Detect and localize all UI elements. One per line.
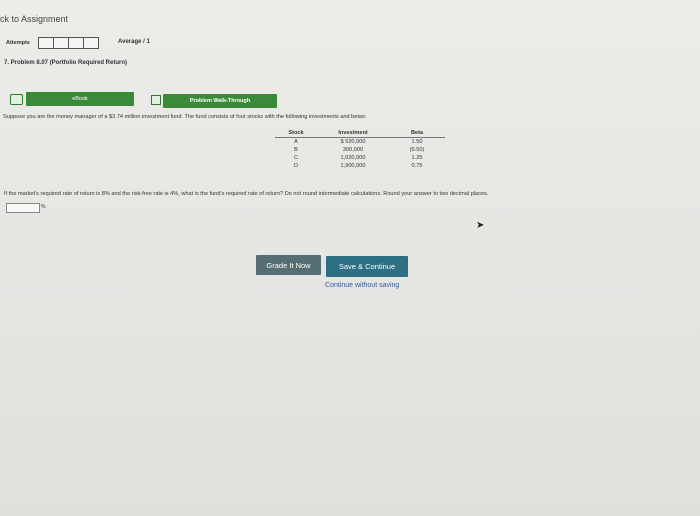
header-beta: Beta: [389, 130, 445, 138]
back-to-assignment-link[interactable]: ck to Assignment: [0, 14, 68, 24]
cell-investment: 1,900,000: [340, 163, 366, 169]
cell-investment: 300,000: [342, 147, 364, 153]
cell-stock: D: [293, 163, 299, 169]
header-investment: Investment: [317, 130, 389, 138]
answer-input[interactable]: [6, 203, 40, 213]
book-icon[interactable]: [10, 94, 23, 105]
table-row: A $ 520,000 1.50: [275, 138, 445, 147]
ebook-button[interactable]: eBook: [26, 92, 134, 106]
attempt-box: [53, 37, 69, 49]
arrow-pointer-icon: ➤: [476, 220, 485, 231]
table-row: D 1,900,000 0.75: [275, 162, 445, 170]
cell-investment: $ 520,000: [340, 139, 366, 145]
continue-without-saving-link[interactable]: Continue without saving: [325, 282, 399, 289]
percent-unit: %: [41, 204, 46, 210]
cell-stock: C: [293, 155, 299, 161]
cell-beta: 1.25: [411, 155, 423, 161]
grade-it-now-button[interactable]: Grade It Now: [256, 255, 321, 275]
cell-stock: B: [294, 147, 298, 153]
video-icon[interactable]: [151, 95, 161, 105]
table-row: B 300,000 (0.50): [275, 146, 445, 154]
cell-beta: 0.75: [411, 163, 423, 169]
cell-stock: A: [294, 139, 298, 145]
header-stock: Stock: [275, 130, 317, 138]
attempt-box: [83, 37, 99, 49]
problem-intro: Suppose you are the money manager of a $…: [3, 114, 367, 120]
attempt-boxes: [38, 37, 99, 49]
cell-beta: 1.50: [411, 139, 423, 145]
average-label: Average / 1: [118, 39, 150, 45]
stocks-table: Stock Investment Beta A $ 520,000 1.50 B…: [275, 130, 445, 170]
table-row: C 1,020,000 1.25: [275, 154, 445, 162]
problem-title: 7. Problem 8.07 (Portfolio Required Retu…: [4, 60, 128, 66]
attempt-box: [38, 37, 54, 49]
attempts-label: Attempts: [6, 40, 30, 46]
attempt-box: [68, 37, 84, 49]
cell-beta: (0.50): [409, 147, 425, 153]
save-and-continue-button[interactable]: Save & Continue: [326, 256, 408, 277]
problem-walkthrough-button[interactable]: Problem Walk-Through: [163, 94, 277, 108]
cell-investment: 1,020,000: [340, 155, 366, 161]
table-header-row: Stock Investment Beta: [275, 130, 445, 138]
problem-question: If the market's required rate of return …: [4, 191, 489, 197]
